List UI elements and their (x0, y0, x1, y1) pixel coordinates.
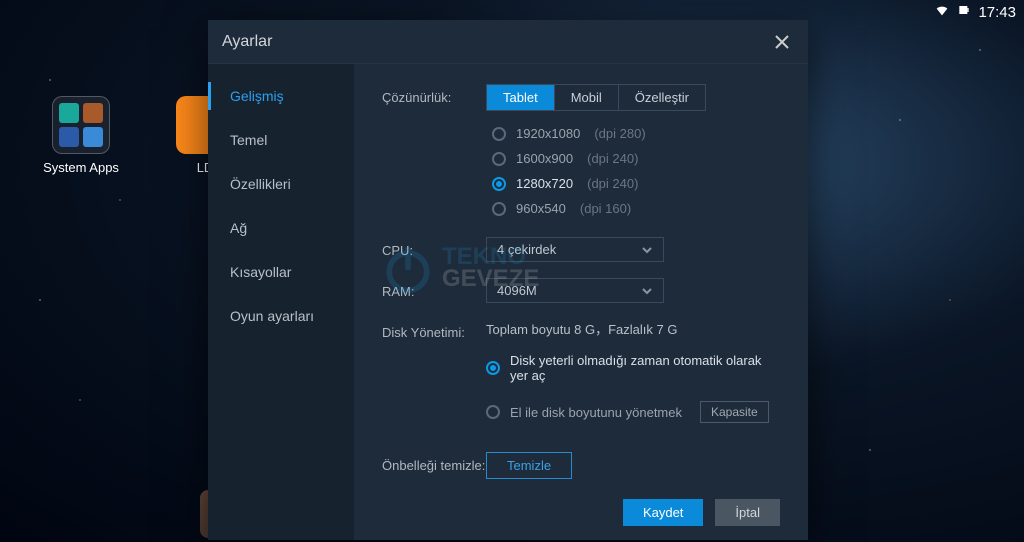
chevron-down-icon (641, 285, 653, 297)
settings-content: Çözünürlük: Tablet Mobil Özelleştir 1920… (354, 64, 808, 540)
wifi-icon (934, 2, 950, 22)
clear-cache-button[interactable]: Temizle (486, 452, 572, 479)
radio-icon (492, 202, 506, 216)
status-time: 17:43 (978, 4, 1016, 21)
ram-select[interactable]: 4096M (486, 278, 664, 303)
close-button[interactable] (770, 30, 794, 54)
desktop-icon-label: System Apps (36, 160, 126, 175)
sidebar-item-network[interactable]: Ağ (208, 206, 354, 250)
sidebar-item-basic[interactable]: Temel (208, 118, 354, 162)
resolution-mode-segment: Tablet Mobil Özelleştir (486, 84, 706, 111)
desktop-icon-system-apps[interactable]: System Apps (36, 96, 126, 175)
sidebar-item-game-settings[interactable]: Oyun ayarları (208, 294, 354, 338)
folder-icon (52, 96, 110, 154)
radio-icon (486, 405, 500, 419)
seg-mobile[interactable]: Mobil (555, 85, 619, 110)
resolution-option[interactable]: 1280x720(dpi 240) (492, 171, 780, 196)
seg-custom[interactable]: Özelleştir (619, 85, 705, 110)
radio-icon (492, 177, 506, 191)
radio-icon (486, 361, 500, 375)
sidebar-item-properties[interactable]: Özellikleri (208, 162, 354, 206)
modal-header: Ayarlar (208, 20, 808, 64)
disk-manual-option[interactable]: El ile disk boyutunu yönetmek Kapasite (486, 396, 780, 428)
modal-title: Ayarlar (222, 33, 272, 51)
disk-label: Disk Yönetimi: (382, 319, 486, 340)
resolution-label: Çözünürlük: (382, 84, 486, 105)
status-bar: 17:43 (934, 0, 1016, 24)
radio-icon (492, 152, 506, 166)
disk-info: Toplam boyutu 8 G，Fazlalık 7 G (486, 319, 780, 338)
seg-tablet[interactable]: Tablet (487, 85, 555, 110)
battery-icon (956, 2, 972, 22)
capacity-button[interactable]: Kapasite (700, 401, 769, 423)
modal-footer: Kaydet İptal (623, 499, 780, 526)
cpu-label: CPU: (382, 237, 486, 258)
chevron-down-icon (641, 244, 653, 256)
ram-label: RAM: (382, 278, 486, 299)
close-icon (775, 35, 789, 49)
resolution-options: 1920x1080(dpi 280) 1600x900(dpi 240) 128… (492, 121, 780, 221)
disk-auto-option[interactable]: Disk yeterli olmadığı zaman otomatik ola… (486, 348, 780, 388)
radio-icon (492, 127, 506, 141)
resolution-option[interactable]: 1600x900(dpi 240) (492, 146, 780, 171)
sidebar-item-advanced[interactable]: Gelişmiş (208, 74, 354, 118)
save-button[interactable]: Kaydet (623, 499, 703, 526)
resolution-option[interactable]: 960x540(dpi 160) (492, 196, 780, 221)
sidebar-item-shortcuts[interactable]: Kısayollar (208, 250, 354, 294)
cancel-button[interactable]: İptal (715, 499, 780, 526)
resolution-option[interactable]: 1920x1080(dpi 280) (492, 121, 780, 146)
settings-sidebar: Gelişmiş Temel Özellikleri Ağ Kısayollar… (208, 64, 354, 540)
cache-label: Önbelleği temizle: (382, 452, 486, 473)
cpu-select[interactable]: 4 çekirdek (486, 237, 664, 262)
settings-modal: Ayarlar Gelişmiş Temel Özellikleri Ağ Kı… (208, 20, 808, 540)
